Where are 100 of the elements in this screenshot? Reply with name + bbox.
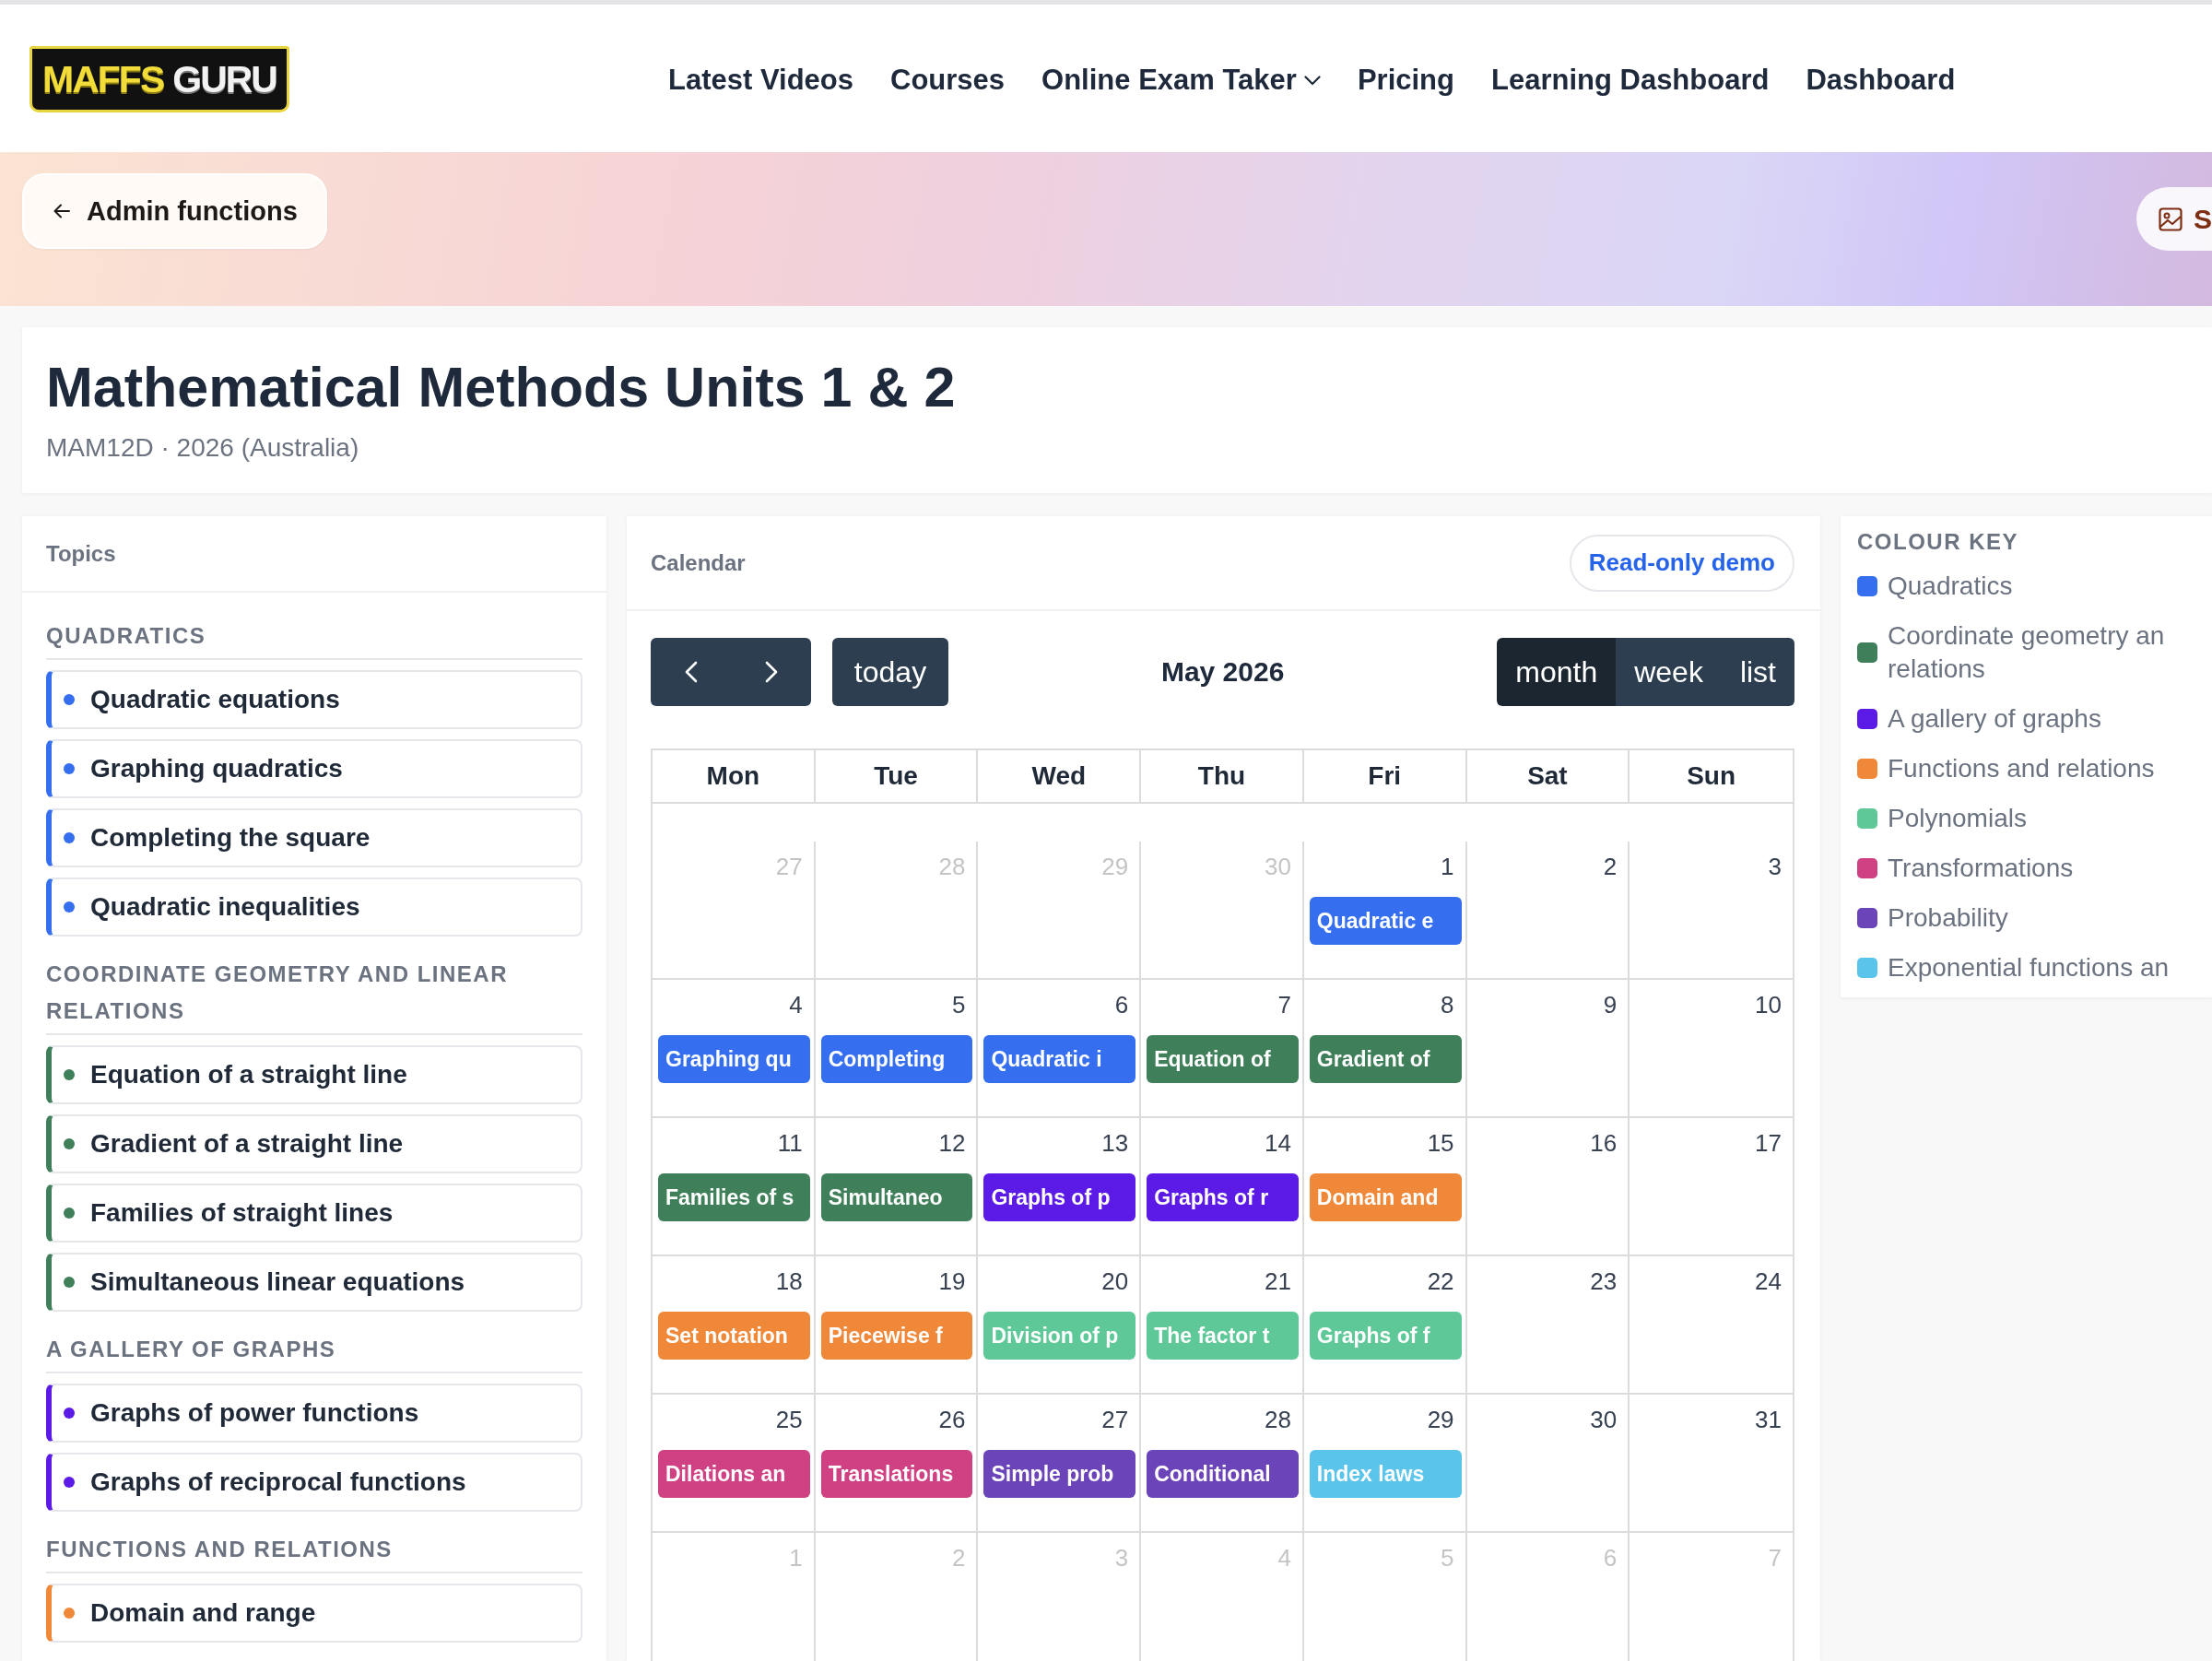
day-number: 1 [1441, 853, 1454, 880]
day-number: 24 [1755, 1267, 1782, 1295]
topic-group-heading: FUNCTIONS AND RELATIONS [46, 1531, 582, 1573]
calendar-event[interactable]: Quadratic i [983, 1035, 1136, 1083]
read-only-badge: Read-only demo [1569, 534, 1794, 592]
weekday-header: Thu [1141, 750, 1304, 802]
calendar-event[interactable]: Simultaneo [820, 1173, 973, 1221]
calendar-event[interactable]: Translations [820, 1450, 973, 1498]
day-number: 9 [1603, 991, 1618, 1019]
topic-item[interactable]: Graphing quadratics [46, 739, 582, 798]
calendar-event[interactable]: Graphing qu [658, 1035, 810, 1083]
legend-label: Exponential functions an [1888, 952, 2170, 984]
calendar-period-title: May 2026 [1160, 656, 1285, 688]
calendar-event[interactable]: Completing [820, 1035, 973, 1083]
topic-item[interactable]: Graphs of power functions [46, 1384, 582, 1443]
day-number: 27 [1101, 1406, 1129, 1433]
nav-link[interactable]: Pricing [1357, 64, 1454, 97]
calendar-event[interactable]: Conditional [1147, 1450, 1299, 1498]
next-button[interactable] [731, 638, 811, 706]
course-title: Mathematical Methods Units 1 & 2 [46, 356, 956, 418]
calendar-event[interactable]: Simple prob [983, 1450, 1136, 1498]
view-button[interactable]: month [1497, 638, 1617, 706]
day-number: 12 [938, 1129, 966, 1157]
day-number: 29 [1101, 853, 1129, 880]
topic-item[interactable]: Quadratic inequalities [46, 878, 582, 937]
topic-item[interactable]: Quadratic equations [46, 670, 582, 729]
weekday-header: Fri [1303, 750, 1467, 802]
nav-link[interactable]: Dashboard [1806, 64, 1956, 97]
day-number: 20 [1101, 1267, 1129, 1295]
image-icon [2159, 206, 2183, 231]
day-number: 8 [1441, 991, 1454, 1019]
weekday-header: Sun [1686, 760, 1737, 792]
today-button[interactable]: today [832, 638, 948, 706]
day-number: 4 [789, 991, 803, 1019]
nav-link[interactable]: Latest Videos [668, 64, 853, 97]
day-number: 13 [1101, 1129, 1129, 1157]
day-number: 14 [1264, 1129, 1291, 1157]
day-number: 11 [777, 1129, 803, 1157]
calendar-event[interactable]: Families of s [658, 1173, 810, 1221]
legend-label: A gallery of graphs [1888, 703, 2101, 735]
day-number: 6 [1114, 991, 1129, 1019]
day-number: 2 [951, 1544, 966, 1572]
topic-group-heading: COORDINATE GEOMETRY AND LINEAR RELATIONS [46, 956, 582, 1035]
day-number: 17 [1755, 1129, 1782, 1157]
view-button[interactable]: week [1616, 638, 1722, 706]
legend-label: Quadratics [1888, 571, 2013, 602]
day-number: 5 [951, 991, 966, 1019]
topic-group-heading: QUADRATICS [46, 618, 582, 660]
topic-item[interactable]: Simultaneous linear equations [46, 1253, 582, 1312]
day-number: 22 [1427, 1267, 1454, 1295]
weekday-header: Wed [978, 750, 1142, 802]
calendar-event[interactable]: Graphs of p [983, 1173, 1136, 1221]
day-number: 4 [1277, 1544, 1291, 1572]
topic-item[interactable]: Gradient of a straight line [46, 1114, 582, 1173]
logo[interactable]: MAFFS GURU [29, 46, 289, 112]
view-button[interactable]: list [1721, 638, 1794, 706]
day-number: 15 [1427, 1129, 1454, 1157]
admin-functions-button[interactable]: Admin functions [22, 173, 327, 249]
legend-label: Polynomials [1888, 803, 2027, 834]
topic-item[interactable]: Graphs of reciprocal functions [46, 1453, 582, 1512]
day-number: 28 [1264, 1406, 1291, 1433]
legend-label: Coordinate geometry an relations [1888, 620, 2166, 685]
calendar-event[interactable]: Quadratic e [1309, 897, 1462, 945]
topic-item[interactable]: Families of straight lines [46, 1184, 582, 1243]
day-number: 23 [1590, 1267, 1618, 1295]
calendar-event[interactable]: Graphs of r [1147, 1173, 1299, 1221]
chevron-left-icon [684, 661, 698, 683]
day-number: 1 [789, 1544, 803, 1572]
nav-link[interactable]: Online Exam Taker [1041, 64, 1321, 97]
day-number: 3 [1768, 853, 1782, 880]
day-number: 26 [938, 1406, 966, 1433]
nav-link[interactable]: Courses [890, 64, 1006, 97]
day-number: 28 [938, 853, 966, 880]
topic-group-heading: A GALLERY OF GRAPHS [46, 1331, 582, 1373]
previous-button[interactable] [651, 638, 731, 706]
legend-label: Functions and relations [1888, 753, 2155, 784]
calendar-event[interactable]: Gradient of [1309, 1035, 1462, 1083]
day-number: 6 [1603, 1544, 1618, 1572]
calendar-event[interactable]: Equation of [1147, 1035, 1299, 1083]
colour-key-title: COLOUR KEY [1857, 529, 2019, 555]
topic-item[interactable]: Completing the square [46, 808, 582, 867]
day-number: 5 [1441, 1544, 1454, 1572]
nav-link[interactable]: Learning Dashboard [1491, 64, 1770, 97]
day-number: 18 [775, 1267, 803, 1295]
weekday-header: Sat [1466, 750, 1630, 802]
legend-label: Transformations [1888, 853, 2074, 884]
day-number: 7 [1768, 1544, 1782, 1572]
weekday-header: Mon [653, 750, 816, 802]
legend-label: Probability [1888, 902, 2008, 934]
calendar-event[interactable]: Dilations an [658, 1450, 810, 1498]
day-number: 16 [1590, 1129, 1618, 1157]
panel-title: Topics [46, 540, 116, 567]
day-number: 30 [1264, 853, 1291, 880]
topic-item[interactable]: Equation of a straight line [46, 1045, 582, 1104]
day-number: 27 [775, 853, 803, 880]
banner-button[interactable]: S [2136, 187, 2212, 251]
topic-item[interactable]: Domain and range [46, 1584, 582, 1643]
chevron-right-icon [764, 661, 778, 683]
day-number: 31 [1755, 1406, 1782, 1433]
day-number: 2 [1603, 853, 1618, 880]
